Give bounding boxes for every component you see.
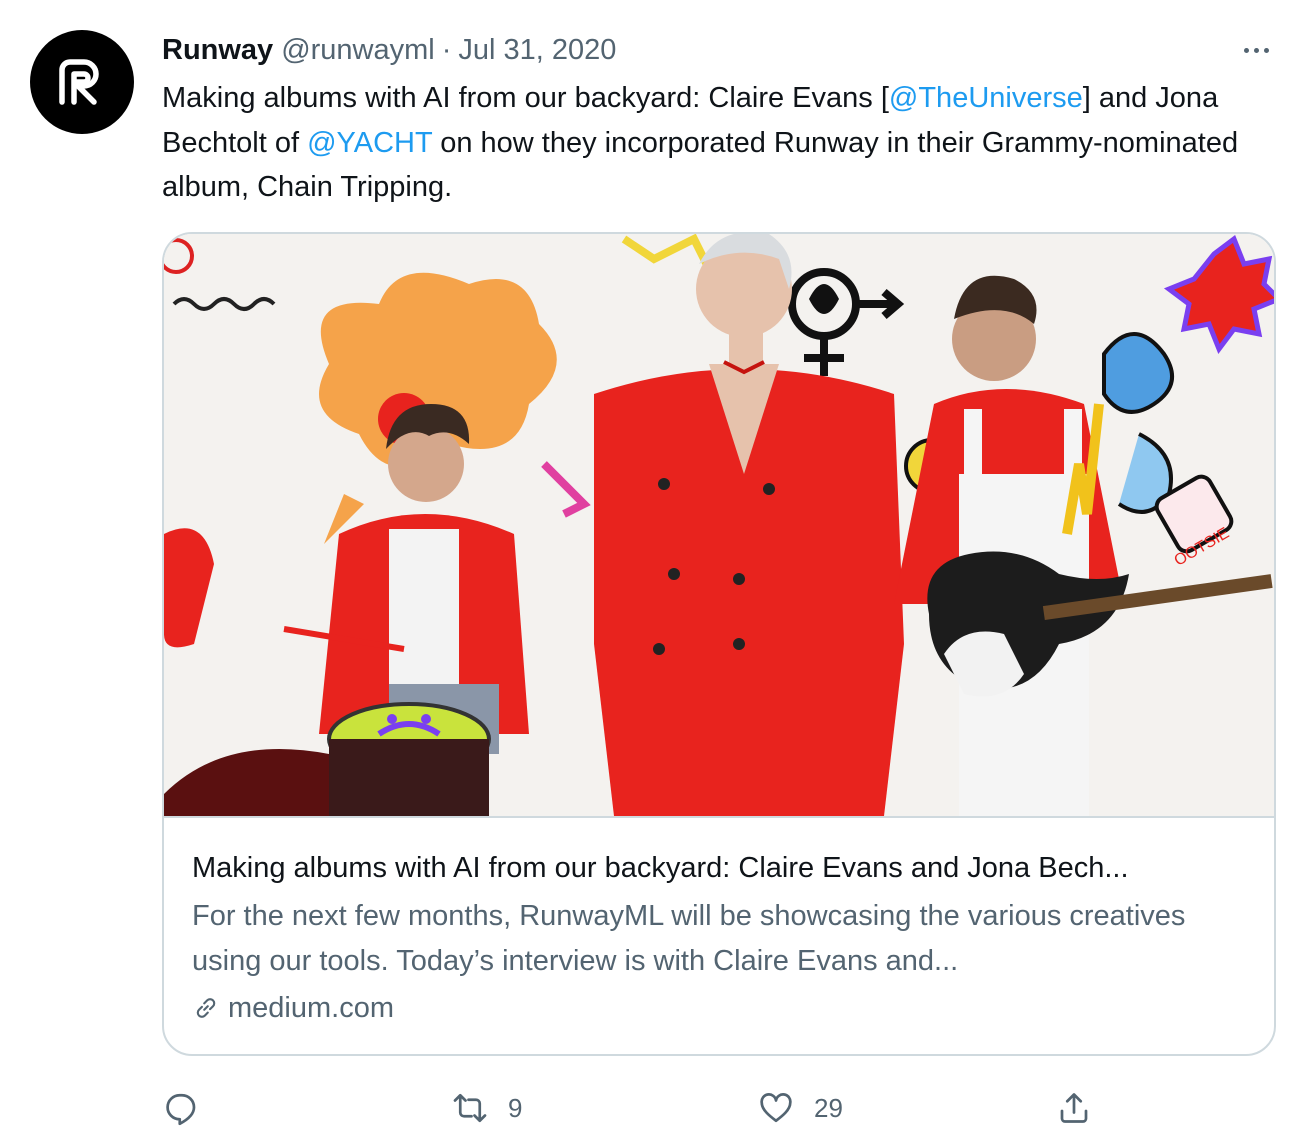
avatar[interactable] xyxy=(30,30,134,134)
tweet-header: Runway @runwayml · Jul 31, 2020 xyxy=(162,28,1278,72)
card-description: For the next few months, RunwayML will b… xyxy=(192,900,1186,977)
mention-theuniverse[interactable]: @TheUniverse xyxy=(889,82,1083,114)
card-title[interactable]: Making albums with AI from our backyard:… xyxy=(192,846,1252,890)
retweet-count: 9 xyxy=(508,1092,523,1123)
card-domain: medium.com xyxy=(228,991,394,1024)
more-dots-icon xyxy=(1243,47,1249,53)
mention-yacht[interactable]: @YACHT xyxy=(307,127,432,159)
tweet-date[interactable]: Jul 31, 2020 xyxy=(458,30,616,70)
tweet[interactable]: Runway @runwayml · Jul 31, 2020 Making a… xyxy=(0,0,1306,1144)
card-domain-row[interactable]: medium.com xyxy=(192,986,394,1030)
runway-logo-icon xyxy=(59,59,99,105)
like-button[interactable]: 29 xyxy=(758,1080,843,1136)
reply-icon xyxy=(166,1093,196,1126)
more-dot xyxy=(1253,47,1259,53)
share-button[interactable] xyxy=(1056,1080,1092,1136)
reply-button[interactable] xyxy=(164,1080,220,1136)
link-icon xyxy=(196,998,216,1018)
tweet-text: Making albums with AI from our backyard:… xyxy=(162,76,1292,210)
card-image[interactable]: OOTSIE xyxy=(164,234,1274,816)
more-dot xyxy=(1263,47,1269,53)
retweet-button[interactable]: 9 xyxy=(452,1080,522,1136)
display-name[interactable]: Runway xyxy=(162,30,273,70)
tweet-actions: 9 29 xyxy=(0,1080,1306,1136)
more-button[interactable] xyxy=(1238,32,1274,68)
band-photo: OOTSIE xyxy=(164,234,1274,816)
heart-icon xyxy=(760,1093,792,1123)
card-divider xyxy=(164,816,1274,818)
link-card[interactable]: OOTSIE Making albums with AI from our ba… xyxy=(162,232,1276,1056)
user-handle[interactable]: @runwayml xyxy=(281,30,435,70)
retweet-icon xyxy=(453,1093,487,1123)
tweet-text-part-1: Making albums with AI from our backyard:… xyxy=(162,82,889,114)
like-count: 29 xyxy=(814,1092,843,1123)
share-icon xyxy=(1060,1093,1088,1123)
separator-dot: · xyxy=(441,34,452,66)
